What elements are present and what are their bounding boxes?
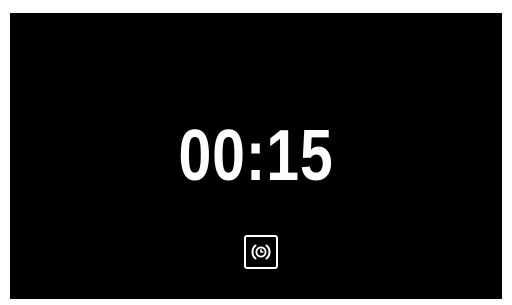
timer-alarm-button[interactable]	[244, 235, 278, 269]
timer-display: 00:15	[178, 116, 334, 196]
timer-screen: 00:15	[10, 13, 502, 299]
timer-alarm-icon	[251, 244, 271, 260]
